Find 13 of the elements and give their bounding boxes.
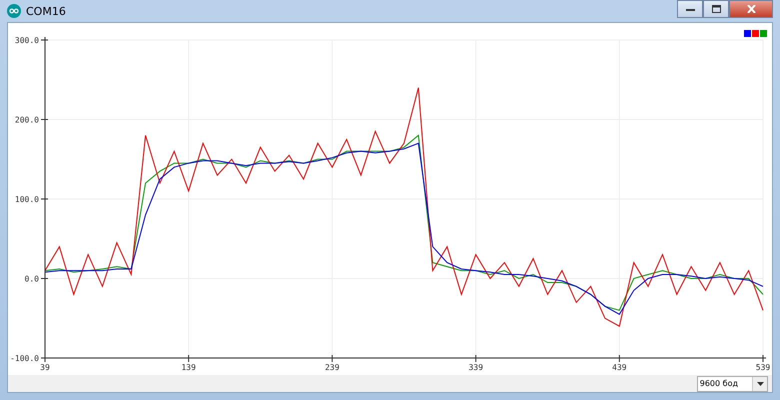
axis-label: 239 [324, 363, 340, 372]
window-title: COM16 [26, 4, 66, 18]
axis-label: 0.0 [24, 274, 39, 284]
axis-label: 439 [612, 363, 627, 372]
axis-label: 300.0 [14, 36, 39, 45]
axis-label: -100.0 [10, 354, 39, 363]
baud-rate-dropdown[interactable]: 9600 бод [696, 376, 768, 392]
axis-label: 39 [40, 363, 50, 372]
axis-label: 200.0 [14, 116, 39, 124]
axis-label: 100.0 [14, 195, 39, 204]
axis-label: 339 [468, 363, 484, 372]
axis-label: 139 [181, 363, 196, 372]
axis-label: 539 [756, 363, 770, 372]
